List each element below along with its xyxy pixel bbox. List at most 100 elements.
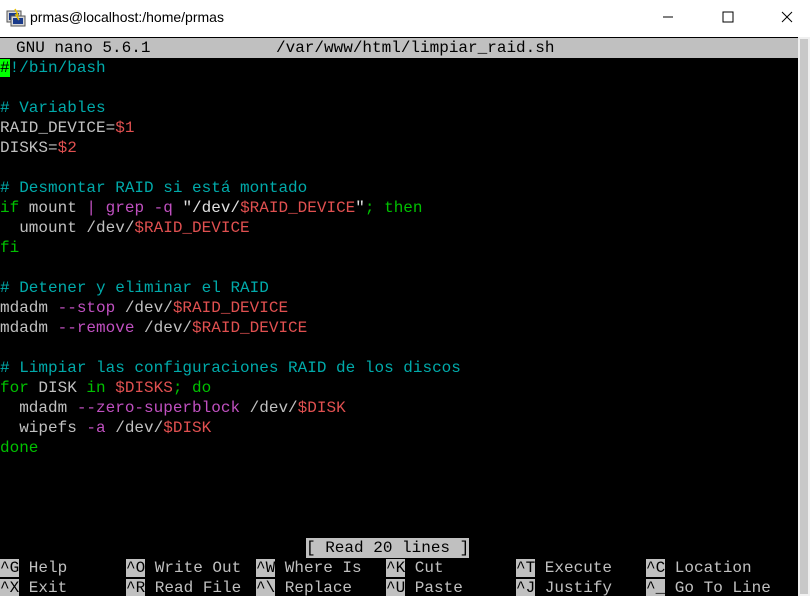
code-token: # Desmontar RAID si está montado — [0, 179, 308, 197]
code-line[interactable]: DISKS=$2 — [0, 138, 798, 158]
shortcut-read-file[interactable]: ^R Read File — [126, 578, 241, 596]
shortcut-execute[interactable]: ^T Execute — [516, 558, 612, 578]
shortcut-key: ^T — [516, 559, 536, 577]
shortcut-key: ^J — [516, 579, 536, 596]
code-token: $DISKS — [115, 379, 173, 397]
shortcut-location[interactable]: ^C Location — [646, 558, 752, 578]
code-line[interactable]: umount /dev/$RAID_DEVICE — [0, 218, 798, 238]
title-bar[interactable]: prmas@localhost:/home/prmas — [0, 0, 810, 37]
code-token: $RAID_DEVICE — [240, 199, 356, 217]
code-token: -a — [86, 419, 106, 437]
shortcut-label: Go To Line — [665, 579, 771, 596]
shortcut-label: Execute — [535, 559, 613, 577]
code-line[interactable]: for DISK in $DISKS; do — [0, 378, 798, 398]
maximize-icon — [722, 10, 734, 28]
text-cursor: # — [0, 59, 10, 77]
code-line[interactable]: #!/bin/bash — [0, 58, 798, 78]
code-token: $RAID_DEVICE — [192, 319, 308, 337]
shortcut-key: ^C — [646, 559, 666, 577]
code-line[interactable]: mdadm --remove /dev/$RAID_DEVICE — [0, 318, 798, 338]
close-icon — [781, 10, 793, 28]
shortcut-paste[interactable]: ^U Paste — [386, 578, 463, 596]
shortcut-where-is[interactable]: ^W Where Is — [256, 558, 362, 578]
code-token: umount /dev/ — [0, 219, 135, 237]
code-token: if — [0, 199, 20, 217]
terminal-window: prmas@localhost:/home/prmas GNU nano 5.6… — [0, 0, 810, 596]
shortcut-key: ^_ — [646, 579, 666, 596]
minimize-button[interactable] — [645, 0, 691, 37]
shortcut-help[interactable]: ^G Help — [0, 558, 67, 578]
code-token: DISKS= — [0, 139, 58, 157]
scrollbar-thumb[interactable] — [800, 39, 808, 594]
code-token: mdadm — [0, 319, 58, 337]
code-line[interactable]: mdadm --stop /dev/$RAID_DEVICE — [0, 298, 798, 318]
nano-title-bar: GNU nano 5.6.1 /var/www/html/limpiar_rai… — [0, 38, 798, 58]
putty-terminal-icon[interactable] — [6, 8, 26, 28]
nano-version: GNU nano 5.6.1 — [16, 39, 151, 57]
shortcut-label: Help — [19, 559, 68, 577]
window-title: prmas@localhost:/home/prmas — [30, 9, 224, 25]
code-line[interactable]: # Desmontar RAID si está montado — [0, 178, 798, 198]
code-line[interactable]: # Variables — [0, 98, 798, 118]
code-token: # Detener y eliminar el RAID — [0, 279, 269, 297]
shortcut-go-to-line[interactable]: ^_ Go To Line — [646, 578, 771, 596]
shortcut-label: Where Is — [275, 559, 362, 577]
code-token: $RAID_DEVICE — [172, 299, 289, 317]
code-token: /dev/ — [105, 419, 164, 437]
code-token: | — [86, 199, 97, 217]
status-message: [ Read 20 lines ] — [306, 538, 470, 558]
code-line[interactable] — [0, 258, 798, 278]
code-line[interactable] — [0, 78, 798, 98]
shortcut-label: Cut — [405, 559, 444, 577]
shortcut-key: ^O — [126, 559, 146, 577]
code-line[interactable]: wipefs -a /dev/$DISK — [0, 418, 798, 438]
code-line[interactable]: # Limpiar las configuraciones RAID de lo… — [0, 358, 798, 378]
code-line[interactable] — [0, 158, 798, 178]
shortcut-label: Write Out — [145, 559, 242, 577]
code-token: RAID_DEVICE= — [0, 119, 116, 137]
code-token: DISK — [28, 379, 87, 397]
shortcut-label: Justify — [535, 579, 613, 596]
code-token: $2 — [57, 139, 77, 157]
code-token: mdadm — [0, 299, 58, 317]
code-line[interactable]: done — [0, 438, 798, 458]
code-token: ; do — [172, 379, 212, 397]
shortcut-key: ^X — [0, 579, 20, 596]
shortcut-key: ^G — [0, 559, 20, 577]
code-token: wipefs — [0, 419, 87, 437]
shortcut-exit[interactable]: ^X Exit — [0, 578, 67, 596]
code-token: in — [86, 379, 106, 397]
code-token: "/dev/ — [172, 199, 241, 217]
code-token: $RAID_DEVICE — [134, 219, 250, 237]
code-token: done — [0, 439, 39, 457]
shortcut-key: ^R — [126, 579, 146, 596]
shortcut-key: ^\ — [256, 579, 276, 596]
shortcut-label: Location — [665, 559, 752, 577]
code-token: --zero-superblock — [76, 399, 241, 417]
shortcut-cut[interactable]: ^K Cut — [386, 558, 444, 578]
editor-buffer[interactable]: #!/bin/bash # Variables RAID_DEVICE=$1 DISK… — [0, 58, 798, 458]
shortcut-justify[interactable]: ^J Justify — [516, 578, 612, 596]
code-line[interactable]: fi — [0, 238, 798, 258]
maximize-button[interactable] — [705, 0, 751, 37]
code-token: -q — [153, 199, 173, 217]
shortcut-replace[interactable]: ^\ Replace — [256, 578, 352, 596]
code-token: mount — [19, 199, 87, 217]
shortcut-label: Exit — [19, 579, 68, 596]
vertical-scrollbar[interactable] — [798, 37, 810, 596]
shortcut-key: ^W — [256, 559, 276, 577]
terminal-area[interactable]: GNU nano 5.6.1 /var/www/html/limpiar_rai… — [0, 37, 798, 596]
code-line[interactable]: mdadm --zero-superblock /dev/$DISK — [0, 398, 798, 418]
code-token: --remove — [57, 319, 135, 337]
shortcut-write-out[interactable]: ^O Write Out — [126, 558, 241, 578]
code-line[interactable]: if mount | grep -q "/dev/$RAID_DEVICE"; … — [0, 198, 798, 218]
code-token: /dev/ — [134, 319, 193, 337]
code-line[interactable] — [0, 338, 798, 358]
code-line[interactable]: RAID_DEVICE=$1 — [0, 118, 798, 138]
code-token: # Limpiar las configuraciones RAID de lo… — [0, 359, 461, 377]
shortcut-key: ^K — [386, 559, 406, 577]
code-line[interactable]: # Detener y eliminar el RAID — [0, 278, 798, 298]
code-token: $1 — [115, 119, 135, 137]
close-button[interactable] — [764, 0, 810, 37]
